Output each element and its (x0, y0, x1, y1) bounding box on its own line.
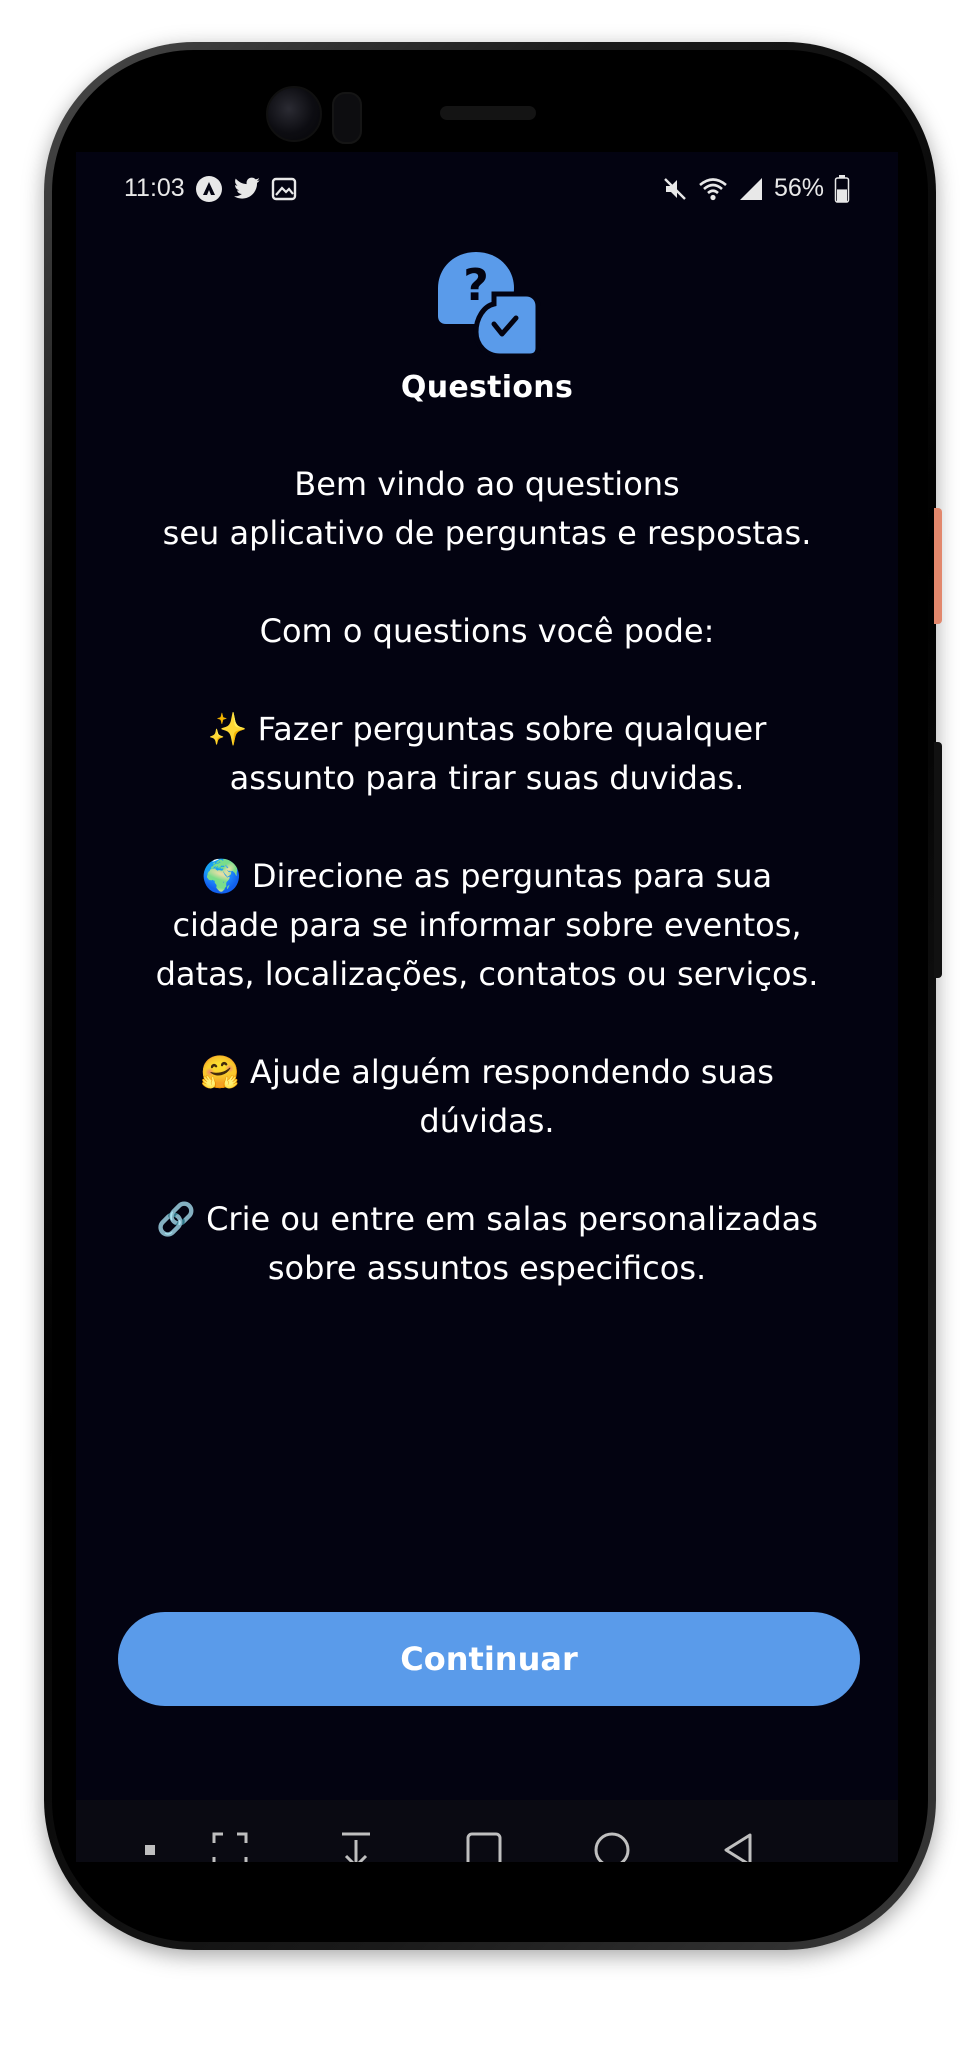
hugging-face-icon: 🤗 (200, 1053, 240, 1091)
front-camera (266, 86, 322, 142)
download-icon[interactable] (336, 1830, 376, 1862)
wifi-icon (698, 176, 728, 202)
welcome-text: Bem vindo ao questions seu aplicativo de… (76, 460, 898, 1293)
power-button (934, 742, 942, 978)
proximity-sensor (332, 92, 362, 144)
mute-icon (662, 176, 688, 202)
feature-item: 🌍 Direcione as perguntas para sua cidade… (76, 852, 898, 999)
feature-text: dúvidas. (419, 1102, 555, 1140)
feature-text: datas, localizações, contatos ou serviço… (155, 955, 819, 993)
feature-item: 🔗 Crie ou entre em salas personalizadas … (76, 1195, 898, 1293)
signal-icon (738, 176, 764, 202)
feature-text: Ajude alguém respondendo suas (250, 1053, 774, 1091)
globe-icon: 🌍 (201, 857, 242, 895)
screen: 11:03 56% ? Questions Bem vindo ao quest… (76, 152, 898, 1862)
status-bar: 11:03 56% (76, 152, 898, 224)
intro-line: seu aplicativo de perguntas e respostas. (162, 514, 812, 552)
continue-button[interactable]: Continuar (118, 1612, 860, 1706)
svg-text:?: ? (463, 260, 489, 311)
image-icon (271, 176, 297, 202)
feature-text: Fazer perguntas sobre qualquer (257, 710, 767, 748)
feature-text: sobre assuntos especificos. (267, 1249, 707, 1287)
battery-percent: 56% (773, 174, 824, 202)
back-icon[interactable] (718, 1830, 758, 1862)
app-title: Questions (400, 370, 574, 405)
question-chat-bubbles-icon: ? (434, 248, 542, 360)
recents-icon[interactable] (464, 1830, 504, 1862)
earpiece-speaker (440, 106, 536, 120)
home-icon[interactable] (592, 1830, 632, 1862)
battery-icon (834, 174, 850, 203)
sparkles-icon: ✨ (207, 710, 248, 748)
clock: 11:03 (124, 174, 185, 202)
twitter-icon (233, 177, 261, 201)
intro-heading: Com o questions você pode: (259, 612, 715, 650)
feature-text: cidade para se informar sobre eventos, (172, 906, 802, 944)
volume-button (934, 508, 942, 624)
intro-line: Bem vindo ao questions (294, 465, 680, 503)
feature-item: 🤗 Ajude alguém respondendo suas dúvidas. (76, 1048, 898, 1146)
feature-item: ✨ Fazer perguntas sobre qualquer assunto… (76, 705, 898, 803)
feature-text: Crie ou entre em salas personalizadas (206, 1200, 818, 1238)
feature-text: assunto para tirar suas duvidas. (229, 759, 745, 797)
navigation-bar (76, 1800, 898, 1862)
link-icon: 🔗 (156, 1200, 196, 1238)
app-a-icon (195, 175, 223, 203)
screenshot-icon[interactable] (210, 1830, 250, 1862)
feature-text: Direcione as perguntas para sua (251, 857, 773, 895)
keyboard-dot-icon[interactable] (130, 1830, 170, 1862)
